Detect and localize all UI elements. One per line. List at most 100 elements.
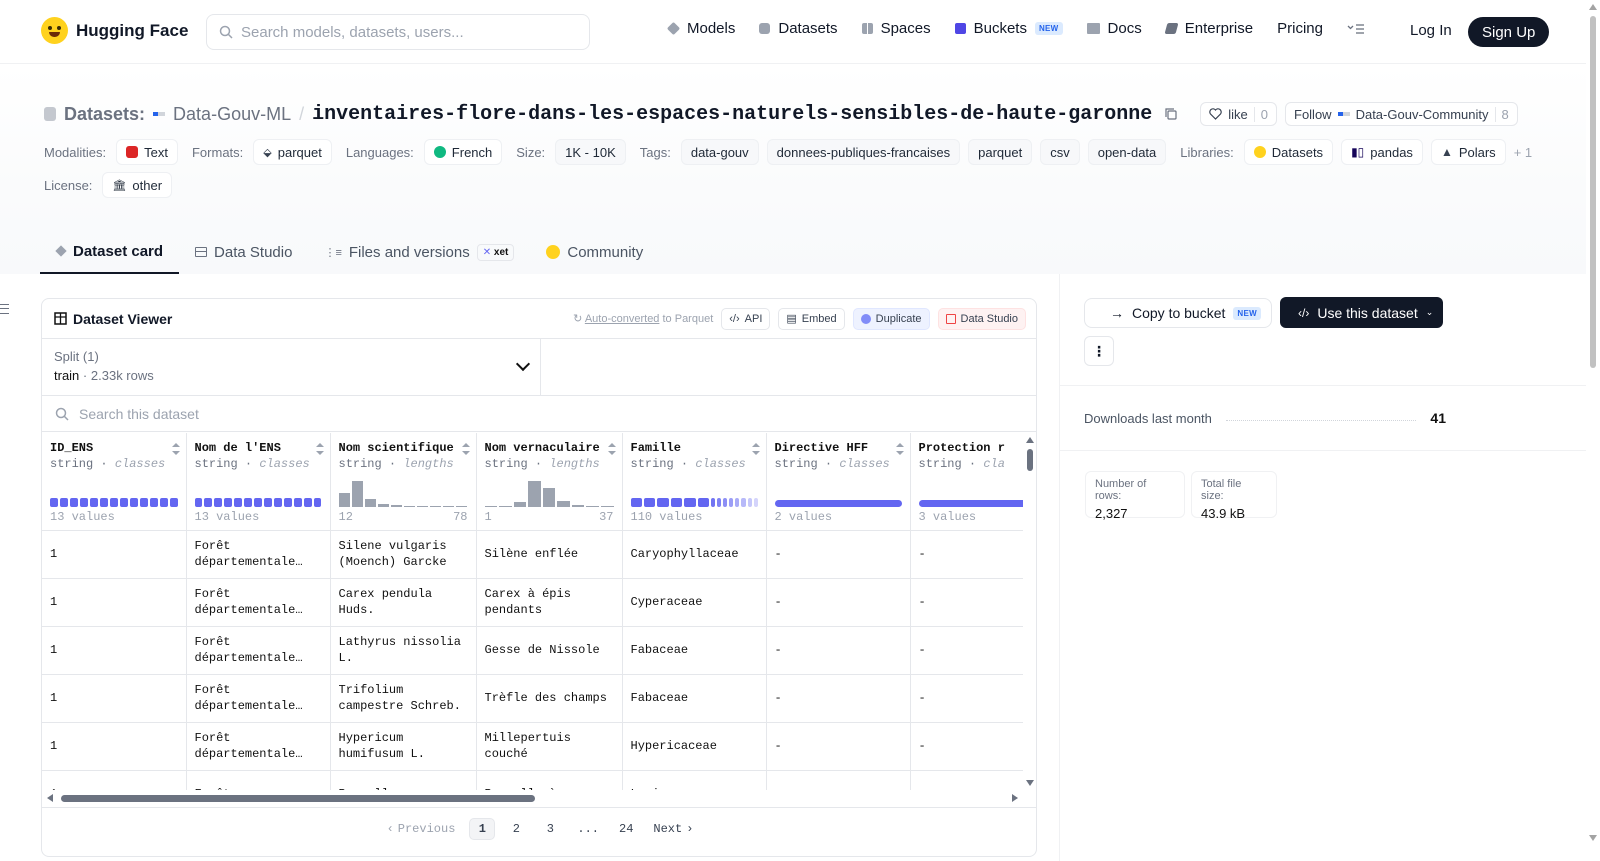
class-segment[interactable] — [109, 498, 118, 507]
class-segment[interactable] — [697, 498, 710, 507]
table-cell[interactable]: - — [910, 722, 1023, 771]
table-row[interactable]: 1ForêtPrunellaPrunelle àLamiaceae-- — [42, 770, 1023, 790]
class-segment[interactable] — [204, 498, 213, 507]
table-cell[interactable]: - — [910, 530, 1023, 579]
sort-icon[interactable] — [751, 443, 760, 455]
histogram-bar[interactable] — [390, 505, 402, 507]
format-tag[interactable]: ⬙ parquet — [253, 139, 332, 165]
table-cell[interactable]: Silene vulgaris (Moench) Garcke — [330, 530, 477, 579]
table-cell[interactable]: Forêt départementale de… — [186, 674, 331, 723]
sort-icon[interactable] — [171, 443, 180, 455]
class-segment[interactable] — [139, 498, 148, 507]
class-segment[interactable] — [273, 498, 282, 507]
class-segment[interactable] — [753, 498, 758, 507]
table-cell[interactable]: - — [910, 578, 1023, 627]
library-datasets[interactable]: Datasets — [1243, 139, 1334, 165]
class-segment[interactable] — [224, 498, 233, 507]
table-cell[interactable]: Lamiaceae — [622, 770, 767, 790]
table-cell[interactable]: - — [766, 722, 911, 771]
scroll-down-icon[interactable] — [1589, 835, 1597, 841]
sort-icon[interactable] — [607, 443, 616, 455]
more-options-button[interactable]: ⋮ — [1084, 336, 1114, 366]
class-segment[interactable] — [234, 498, 243, 507]
histogram-bar[interactable] — [571, 504, 585, 507]
histogram-bar[interactable] — [513, 501, 527, 507]
copy-to-bucket-button[interactable]: → Copy to bucket NEW — [1084, 298, 1272, 328]
page-scroll-thumb[interactable] — [1590, 16, 1596, 368]
size-tag[interactable]: 1K - 10K — [555, 139, 626, 165]
histogram-bar[interactable] — [499, 505, 512, 507]
scroll-left-icon[interactable] — [47, 794, 53, 802]
table-cell[interactable]: Hypericum humifusum L. — [330, 722, 477, 771]
table-cell[interactable]: Prunella — [330, 770, 477, 790]
class-segment[interactable] — [194, 498, 203, 507]
split-selector[interactable]: Split (1) train · 2.33k rows — [42, 339, 541, 395]
tag-data-gouv[interactable]: data-gouv — [680, 139, 759, 165]
signup-button[interactable]: Sign Up — [1468, 17, 1550, 47]
class-segment[interactable] — [723, 498, 728, 507]
table-horizontal-scrollbar[interactable] — [42, 790, 1023, 806]
class-segment[interactable] — [99, 498, 108, 507]
scroll-right-icon[interactable] — [1012, 794, 1018, 802]
histogram-bar[interactable] — [456, 505, 468, 507]
class-segment[interactable] — [293, 498, 302, 507]
tag-csv[interactable]: csv — [1040, 139, 1080, 165]
sort-icon[interactable] — [461, 443, 470, 455]
page-24-button[interactable]: 24 — [613, 818, 639, 840]
library-polars[interactable]: ▲ Polars — [1430, 139, 1506, 165]
table-cell[interactable]: Forêt départementale de… — [186, 578, 331, 627]
brand-link[interactable]: Hugging Face — [41, 17, 188, 44]
tag-donnees-publiques[interactable]: donnees-publiques-francaises — [766, 139, 961, 165]
table-row[interactable]: 1 Forêt départementale de… Carex pendula H… — [42, 578, 1023, 627]
class-segment[interactable] — [684, 498, 696, 507]
nav-more-menu[interactable] — [1347, 23, 1365, 35]
table-cell[interactable]: Gesse de Nissole — [476, 626, 623, 675]
class-segment[interactable] — [254, 498, 262, 507]
histogram-bar[interactable] — [601, 505, 614, 507]
table-row[interactable]: 1 Forêt départementale de… Lathyrus nissol… — [42, 626, 1023, 675]
column-header[interactable]: Protection r string · cla 3 values — [910, 433, 1023, 531]
table-cell[interactable]: Forêt départementale de… — [186, 722, 331, 771]
tab-data-studio[interactable]: Data Studio — [179, 230, 308, 274]
nav-docs[interactable]: Docs — [1086, 20, 1142, 37]
api-button[interactable]: ‹/› API — [721, 307, 771, 330]
embed-button[interactable]: ▤ Embed — [778, 307, 845, 330]
histogram-bar[interactable] — [364, 499, 376, 507]
like-button[interactable]: like 0 — [1200, 102, 1277, 126]
column-header[interactable]: Nom vernaculaire string · lengths 1 37 — [476, 433, 623, 531]
class-segment[interactable] — [50, 498, 58, 507]
class-segment[interactable] — [313, 498, 322, 507]
histogram-bar[interactable] — [403, 505, 416, 507]
table-cell[interactable]: - — [766, 674, 911, 723]
class-segment[interactable] — [119, 498, 128, 507]
histogram-bar[interactable] — [542, 487, 556, 507]
table-cell[interactable]: - — [910, 770, 1023, 790]
table-cell[interactable]: Prunelle à — [476, 770, 623, 790]
class-segment[interactable] — [79, 498, 88, 507]
table-cell[interactable]: - — [910, 674, 1023, 723]
breadcrumb-type[interactable]: Datasets: — [64, 104, 145, 125]
class-segment[interactable] — [717, 498, 722, 507]
histogram-bar[interactable] — [338, 492, 350, 507]
histogram-bar[interactable] — [557, 500, 570, 507]
table-cell[interactable]: Silène enflée — [476, 530, 623, 579]
column-header[interactable]: Nom scientifique string · lengths 12 78 — [330, 433, 477, 531]
class-segment[interactable] — [283, 498, 292, 507]
duplicate-button[interactable]: Duplicate — [852, 307, 930, 330]
class-segment[interactable] — [670, 498, 683, 507]
follow-button[interactable]: Follow Data-Gouv-Community 8 — [1285, 102, 1518, 126]
dataset-search-input[interactable]: Search this dataset — [42, 396, 1036, 432]
table-cell[interactable]: Lathyrus nissolia L. — [330, 626, 477, 675]
nav-spaces[interactable]: Spaces — [861, 20, 931, 37]
class-segment[interactable] — [657, 498, 669, 507]
scroll-thumb[interactable] — [61, 795, 535, 802]
class-segment[interactable] — [69, 498, 78, 507]
next-page-button[interactable]: Next › — [647, 818, 699, 840]
class-segment[interactable] — [741, 498, 746, 507]
scroll-down-icon[interactable] — [1026, 780, 1034, 786]
library-pandas[interactable]: ▮▯ pandas — [1341, 139, 1423, 165]
table-cell[interactable]: - — [766, 530, 911, 579]
table-cell[interactable]: Hypericaceae — [622, 722, 767, 771]
scroll-thumb[interactable] — [1027, 449, 1033, 471]
column-header[interactable]: Directive HFF string · classes 2 values — [766, 433, 911, 531]
